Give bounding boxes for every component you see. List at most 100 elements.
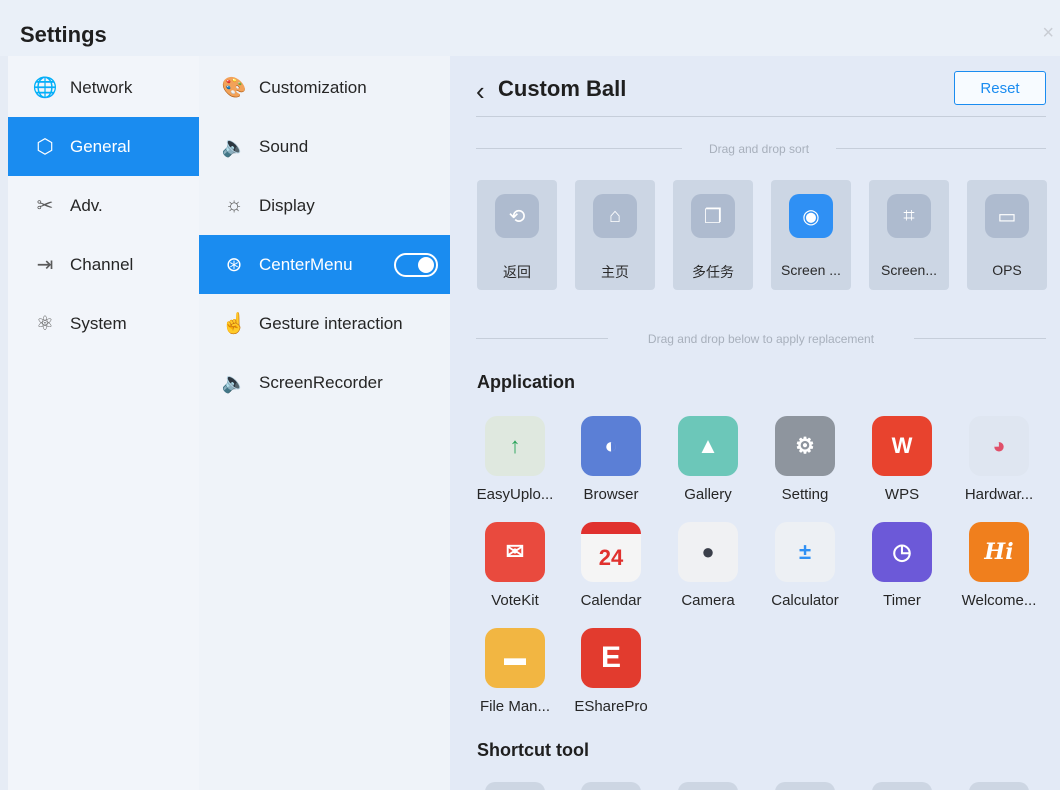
- app-setting[interactable]: ⚙ Setting: [759, 416, 851, 516]
- app-label: ESharePro: [574, 698, 648, 715]
- ball-tile[interactable]: ◉ Screen ...: [771, 180, 851, 290]
- camera-icon: ●: [678, 522, 738, 582]
- folder-icon: ▬: [485, 628, 545, 688]
- ball-tile[interactable]: ⌗ Screen...: [869, 180, 949, 290]
- speaker-icon: 🔈: [221, 372, 247, 394]
- sidebar-item-adv[interactable]: ✂ Adv.: [8, 176, 199, 235]
- app-label: Gallery: [684, 486, 732, 503]
- back-arrow-icon[interactable]: ‹: [476, 76, 485, 107]
- header-divider: [476, 116, 1046, 117]
- sidebar-item-system[interactable]: ⚛ System: [8, 294, 199, 353]
- record-icon: ◉: [789, 194, 833, 238]
- back-circle-icon: ⟲: [495, 194, 539, 238]
- hand-icon: ☝: [221, 313, 247, 335]
- tile-label: 主页: [601, 264, 629, 280]
- app-gallery[interactable]: ▲ Gallery: [662, 416, 754, 516]
- main-panel: ‹ Custom Ball Reset Drag and drop sort ⟲…: [450, 56, 1060, 790]
- submenu-item-display[interactable]: ☼ Display: [199, 176, 450, 235]
- divider-line: [914, 338, 1046, 339]
- submenu: 🎨 Customization 🔈 Sound ☼ Display ⊛ Cent…: [199, 56, 450, 790]
- calendar-icon: 24: [581, 522, 641, 582]
- tile-label: 返回: [503, 264, 531, 280]
- welcome-icon: Hi: [969, 522, 1029, 582]
- centermenu-toggle[interactable]: [394, 253, 438, 277]
- app-votekit[interactable]: ✉ VoteKit: [469, 522, 561, 622]
- shortcut-item[interactable]: [485, 782, 545, 790]
- setting-icon: ⚙: [775, 416, 835, 476]
- sidebar: 🌐 Network ⬡ General ✂ Adv. ⇥ Channel ⚛ S…: [8, 56, 199, 790]
- submenu-item-label: Display: [259, 195, 315, 215]
- app-label: Browser: [583, 486, 639, 503]
- palette-icon: 🎨: [221, 77, 247, 99]
- ball-tile[interactable]: ⌂ 主页: [575, 180, 655, 290]
- sidebar-item-label: Adv.: [70, 195, 103, 215]
- sun-icon: ☼: [224, 194, 244, 216]
- gallery-icon: ▲: [678, 416, 738, 476]
- wps-icon: W: [872, 416, 932, 476]
- votekit-icon: ✉: [485, 522, 545, 582]
- reset-button[interactable]: Reset: [954, 71, 1046, 105]
- hardware-icon: ◕: [969, 416, 1029, 476]
- submenu-item-label: Customization: [259, 77, 367, 97]
- calculator-icon: ±: [775, 522, 835, 582]
- centermenu-icon: ⊛: [225, 254, 243, 276]
- app-label: Hardwar...: [964, 486, 1034, 503]
- shortcut-item[interactable]: [872, 782, 932, 790]
- sidebar-item-label: Channel: [70, 254, 134, 274]
- app-timer[interactable]: ◷ Timer: [856, 522, 948, 622]
- tile-label: 多任务: [692, 264, 734, 280]
- app-browser[interactable]: ◐ Browser: [565, 416, 657, 516]
- submenu-item-sound[interactable]: 🔈 Sound: [199, 117, 450, 176]
- app-file-manager[interactable]: ▬ File Man...: [469, 628, 561, 728]
- submenu-item-customization[interactable]: 🎨 Customization: [199, 58, 450, 117]
- ball-tile[interactable]: ❐ 多任务: [673, 180, 753, 290]
- sidebar-item-general[interactable]: ⬡ General: [8, 117, 199, 176]
- tile-label: OPS: [992, 262, 1022, 278]
- divider-line: [836, 148, 1046, 149]
- app-wps[interactable]: W WPS: [856, 416, 948, 516]
- sidebar-item-label: General: [70, 136, 131, 156]
- home-icon: ⌂: [593, 194, 637, 238]
- divider-line: [476, 338, 608, 339]
- ball-tile[interactable]: ▭ OPS: [967, 180, 1047, 290]
- shortcut-item[interactable]: [775, 782, 835, 790]
- atom-icon: ⚛: [36, 313, 54, 335]
- ball-tile[interactable]: ⟲ 返回: [477, 180, 557, 290]
- app-hardware[interactable]: ◕ Hardwar...: [953, 416, 1045, 516]
- shortcut-item[interactable]: [969, 782, 1029, 790]
- app-calculator[interactable]: ± Calculator: [759, 522, 851, 622]
- submenu-item-screenrecorder[interactable]: 🔈 ScreenRecorder: [199, 353, 450, 412]
- submenu-item-label: Gesture interaction: [259, 313, 403, 333]
- app-label: WPS: [884, 486, 920, 503]
- sidebar-item-label: Network: [70, 77, 133, 97]
- tools-icon: ✂: [36, 195, 54, 217]
- sidebar-item-channel[interactable]: ⇥ Channel: [8, 235, 199, 294]
- submenu-item-gesture[interactable]: ☝ Gesture interaction: [199, 294, 450, 353]
- submenu-item-centermenu[interactable]: ⊛ CenterMenu: [199, 235, 450, 294]
- app-esharepro[interactable]: E ESharePro: [565, 628, 657, 728]
- crop-icon: ⌗: [887, 194, 931, 238]
- close-icon[interactable]: ×: [1042, 22, 1054, 45]
- sidebar-item-network[interactable]: 🌐 Network: [8, 58, 199, 117]
- speaker-icon: 🔈: [221, 136, 247, 158]
- application-section-title: Application: [477, 372, 575, 392]
- shortcut-item[interactable]: [678, 782, 738, 790]
- app-label: Timer: [883, 592, 921, 609]
- app-calendar[interactable]: 24 Calendar: [565, 522, 657, 622]
- page-title: Custom Ball: [498, 76, 627, 101]
- tile-label: Screen...: [880, 262, 938, 278]
- browser-icon: ◐: [581, 416, 641, 476]
- app-label: Calendar: [580, 592, 642, 609]
- app-welcome[interactable]: Hi Welcome...: [953, 522, 1045, 622]
- submenu-item-label: CenterMenu: [259, 254, 353, 274]
- input-icon: ⇥: [36, 254, 54, 276]
- ops-icon: ▭: [985, 194, 1029, 238]
- app-camera[interactable]: ● Camera: [662, 522, 754, 622]
- app-label: Calculator: [771, 592, 839, 609]
- tile-label: Screen ...: [781, 262, 841, 278]
- divider-line: [476, 148, 682, 149]
- app-easyupload[interactable]: ↑ EasyUplo...: [469, 416, 561, 516]
- shortcut-item[interactable]: [581, 782, 641, 790]
- replace-hint: Drag and drop below to apply replacement: [647, 332, 875, 346]
- eshare-icon: E: [581, 628, 641, 688]
